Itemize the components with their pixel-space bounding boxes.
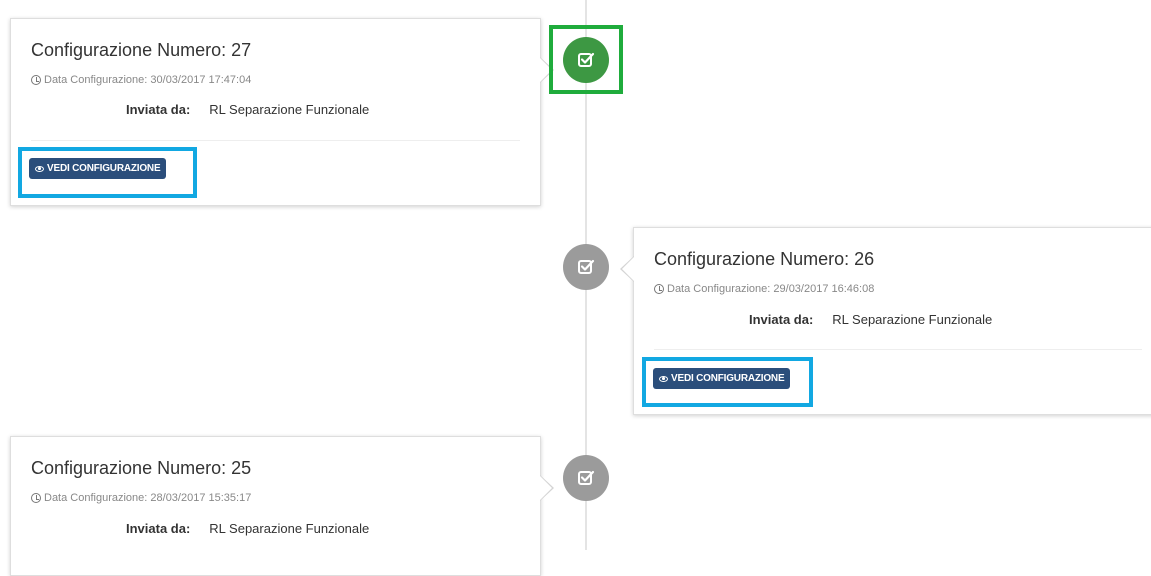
- sender-label: Inviata da:: [126, 102, 191, 117]
- card-divider: [654, 349, 1142, 350]
- card-title: Configurazione Numero: 27: [31, 40, 252, 60]
- timeline-card-26: Configurazione Numero: 26 Data Configura…: [620, 227, 1151, 415]
- sender-label: Inviata da:: [126, 521, 191, 536]
- sender-value: RL Separazione Funzionale: [209, 102, 370, 117]
- card-title: Configurazione Numero: 26: [654, 249, 875, 269]
- view-configuration-button[interactable]: VEDI CONFIGURAZIONE: [29, 158, 167, 179]
- sender-row: Inviata da: RL Separazione Funzionale: [126, 521, 369, 536]
- timeline-node-active: [563, 37, 609, 83]
- check-square-icon: [578, 259, 595, 274]
- button-label: VEDI CONFIGURAZIONE: [47, 163, 161, 174]
- date-text: Data Configurazione: 28/03/2017 15:35:17: [44, 492, 252, 504]
- eye-icon: [35, 165, 44, 172]
- card-date: Data Configurazione: 29/03/2017 16:46:08: [654, 283, 874, 295]
- button-label: VEDI CONFIGURAZIONE: [671, 373, 785, 384]
- button-highlight: VEDI CONFIGURAZIONE: [642, 357, 813, 407]
- sender-value: RL Separazione Funzionale: [832, 312, 993, 327]
- date-text: Data Configurazione: 30/03/2017 17:47:04: [44, 74, 252, 86]
- sender-row: Inviata da: RL Separazione Funzionale: [749, 312, 992, 327]
- view-configuration-button[interactable]: VEDI CONFIGURAZIONE: [653, 368, 791, 389]
- sender-row: Inviata da: RL Separazione Funzionale: [126, 102, 369, 117]
- check-square-icon: [578, 52, 595, 67]
- card-divider: [31, 140, 520, 141]
- timeline-card-27: Configurazione Numero: 27 Data Configura…: [10, 18, 554, 206]
- timeline-card-25: Configurazione Numero: 25 Data Configura…: [10, 436, 554, 576]
- card-title: Configurazione Numero: 25: [31, 458, 252, 478]
- clock-icon: [31, 493, 41, 503]
- timeline-node: [563, 244, 609, 290]
- button-highlight: VEDI CONFIGURAZIONE: [18, 147, 197, 198]
- eye-icon: [659, 375, 668, 382]
- clock-icon: [654, 284, 664, 294]
- sender-value: RL Separazione Funzionale: [209, 521, 370, 536]
- card-date: Data Configurazione: 28/03/2017 15:35:17: [31, 492, 251, 504]
- clock-icon: [31, 75, 41, 85]
- card-date: Data Configurazione: 30/03/2017 17:47:04: [31, 74, 251, 86]
- check-square-icon: [578, 470, 595, 485]
- date-text: Data Configurazione: 29/03/2017 16:46:08: [667, 283, 875, 295]
- timeline-node: [563, 455, 609, 501]
- sender-label: Inviata da:: [749, 312, 814, 327]
